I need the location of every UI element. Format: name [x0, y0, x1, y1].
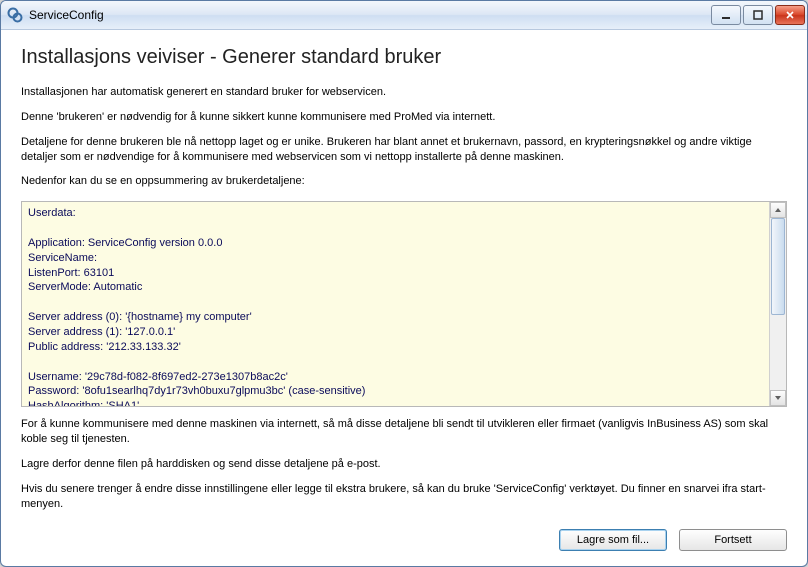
- intro-paragraph-1: Installasjonen har automatisk generert e…: [21, 85, 787, 100]
- outro-paragraph-2: Lagre derfor denne filen på harddisken o…: [21, 457, 787, 472]
- minimize-icon: [721, 10, 731, 20]
- intro-paragraph-2: Denne 'brukeren' er nødvendig for å kunn…: [21, 110, 787, 125]
- details-serveraddress0: Server address (0): '{hostname} my compu…: [28, 310, 764, 325]
- scrollbar-thumb[interactable]: [771, 218, 785, 315]
- outro-paragraph-3: Hvis du senere trenger å endre disse inn…: [21, 482, 787, 512]
- user-details-panel: Userdata: Application: ServiceConfig ver…: [21, 201, 787, 407]
- chevron-up-icon: [774, 206, 782, 214]
- details-hashalgorithm: HashAlgorithm: 'SHA1': [28, 399, 764, 406]
- intro-paragraph-4: Nedenfor kan du se en oppsummering av br…: [21, 174, 787, 189]
- intro-paragraph-3: Detaljene for denne brukeren ble nå nett…: [21, 135, 787, 165]
- content-area: Installasjons veiviser - Generer standar…: [1, 30, 807, 566]
- button-bar: Lagre som fil... Fortsett: [21, 521, 787, 551]
- details-header: Userdata:: [28, 206, 764, 221]
- details-serveraddress1: Server address (1): '127.0.0.1': [28, 325, 764, 340]
- close-button[interactable]: [775, 5, 805, 25]
- save-as-file-button[interactable]: Lagre som fil...: [559, 529, 667, 551]
- app-icon: [7, 7, 23, 23]
- chevron-down-icon: [774, 394, 782, 402]
- maximize-button[interactable]: [743, 5, 773, 25]
- details-application: Application: ServiceConfig version 0.0.0: [28, 236, 764, 251]
- maximize-icon: [753, 10, 763, 20]
- window-controls: [711, 5, 805, 25]
- details-username: Username: '29c78d-f082-8f697ed2-273e1307…: [28, 370, 764, 385]
- close-icon: [785, 10, 795, 20]
- outro-paragraph-1: For å kunne kommunisere med denne maskin…: [21, 417, 787, 447]
- titlebar[interactable]: ServiceConfig: [1, 1, 807, 30]
- scroll-down-button[interactable]: [770, 390, 786, 406]
- scroll-up-button[interactable]: [770, 202, 786, 218]
- scrollbar-track[interactable]: [770, 218, 786, 390]
- details-servicename: ServiceName:: [28, 251, 764, 266]
- details-publicaddress: Public address: '212.33.133.32': [28, 340, 764, 355]
- user-details-text[interactable]: Userdata: Application: ServiceConfig ver…: [22, 202, 770, 406]
- details-password: Password: '8ofu1searlhq7dy1r73vh0buxu7gl…: [28, 384, 764, 399]
- page-title: Installasjons veiviser - Generer standar…: [21, 46, 787, 69]
- window-title: ServiceConfig: [29, 8, 711, 22]
- minimize-button[interactable]: [711, 5, 741, 25]
- scrollbar[interactable]: [769, 202, 786, 406]
- continue-button[interactable]: Fortsett: [679, 529, 787, 551]
- app-window: ServiceConfig Installasjons veiviser - G…: [0, 0, 808, 567]
- details-listenport: ListenPort: 63101: [28, 266, 764, 281]
- details-servermode: ServerMode: Automatic: [28, 280, 764, 295]
